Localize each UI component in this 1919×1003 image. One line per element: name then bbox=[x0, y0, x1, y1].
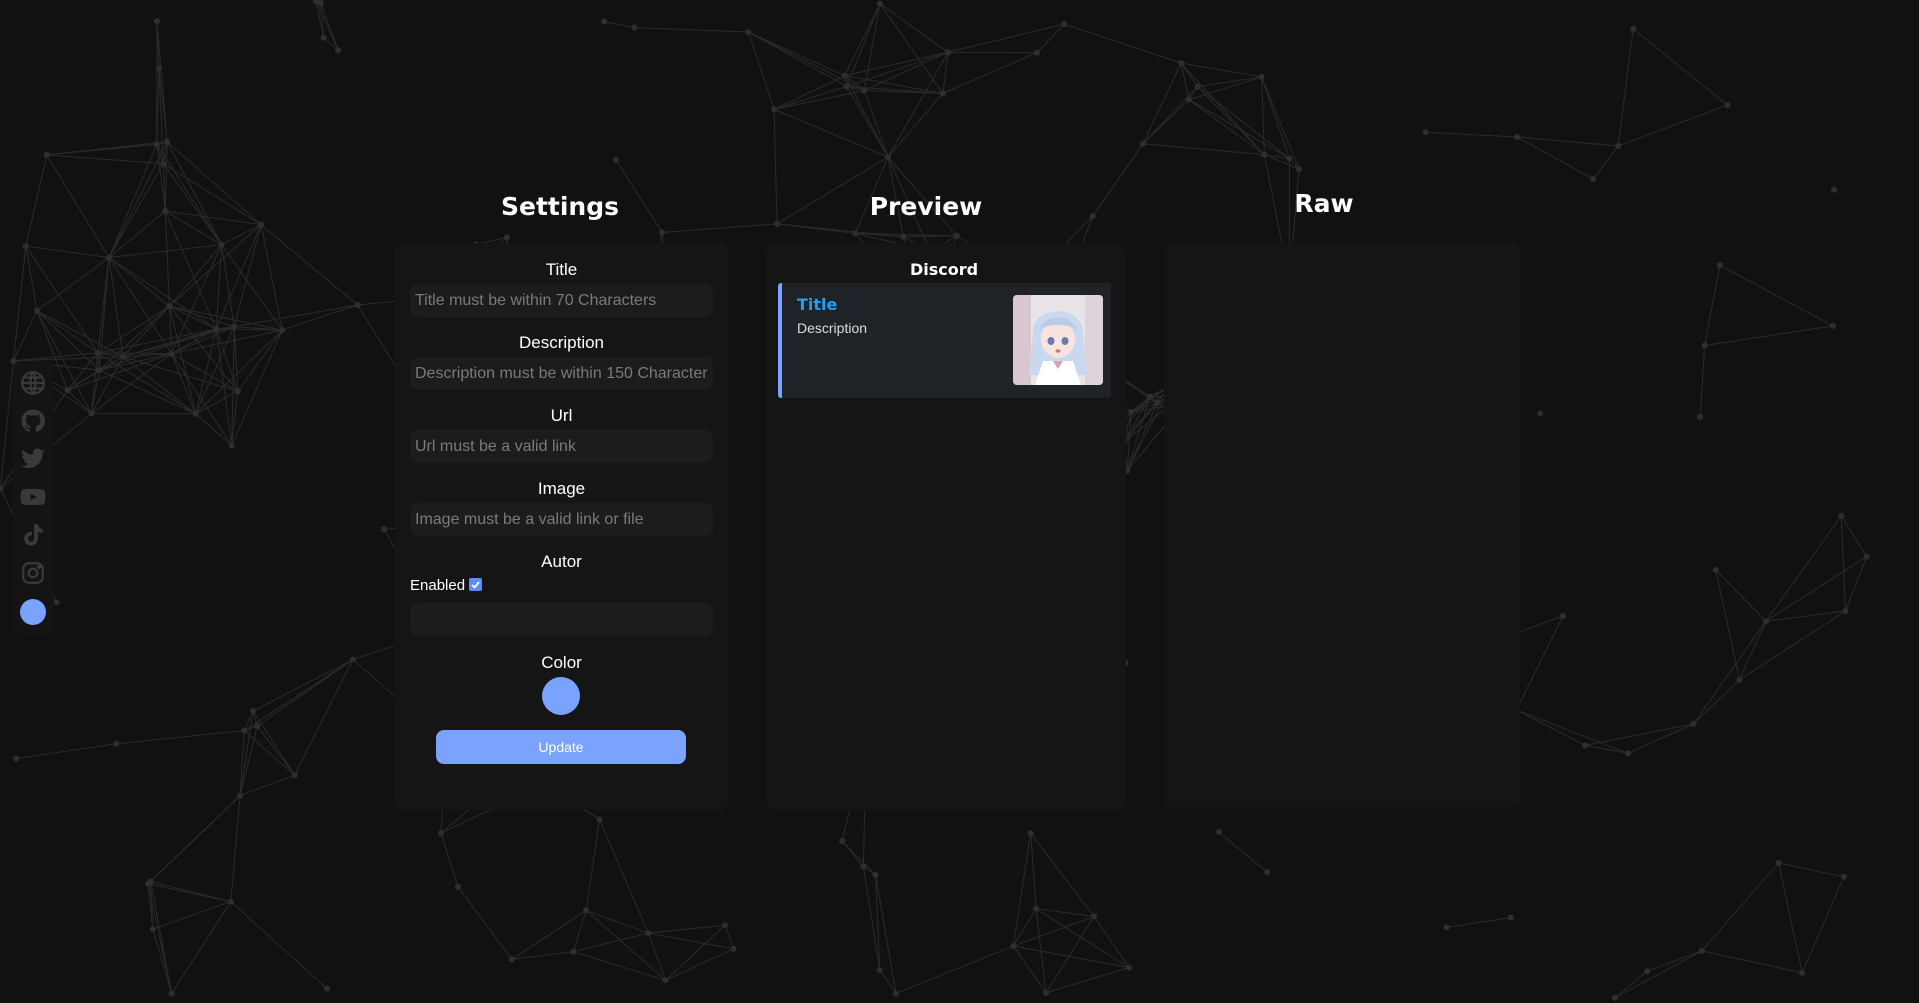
tiktok-icon[interactable] bbox=[19, 521, 47, 549]
enabled-label: Enabled bbox=[410, 577, 466, 594]
image-label: Image bbox=[537, 479, 586, 498]
description-label: Description bbox=[518, 333, 605, 352]
raw-output bbox=[1164, 243, 1520, 267]
image-input[interactable] bbox=[410, 503, 713, 536]
description-input[interactable] bbox=[410, 357, 713, 390]
youtube-icon[interactable] bbox=[19, 483, 47, 511]
github-icon[interactable] bbox=[19, 407, 47, 435]
update-button[interactable]: Update bbox=[436, 730, 686, 764]
url-input[interactable] bbox=[410, 430, 713, 463]
instagram-icon[interactable] bbox=[19, 559, 47, 587]
raw-heading: Raw bbox=[1294, 189, 1354, 218]
settings-form: Title Description Url Image Autor Color bbox=[395, 0, 728, 1003]
autor-label: Autor bbox=[541, 552, 582, 571]
url-label: Url bbox=[550, 406, 573, 425]
enabled-checkbox[interactable] bbox=[469, 578, 483, 591]
embed-title: Title bbox=[797, 295, 838, 314]
preview-heading: Preview bbox=[869, 192, 983, 221]
accent-color-dot[interactable] bbox=[20, 599, 46, 625]
autor-input[interactable] bbox=[410, 603, 713, 636]
platform-label: Discord bbox=[909, 260, 979, 279]
title-input[interactable] bbox=[410, 284, 713, 317]
title-label: Title bbox=[545, 260, 578, 279]
color-label: Color bbox=[541, 653, 582, 672]
globe-icon[interactable] bbox=[19, 369, 47, 397]
color-picker[interactable] bbox=[542, 677, 580, 715]
autor-enabled-row: Enabled bbox=[410, 577, 483, 594]
embed-thumbnail bbox=[1013, 295, 1103, 385]
twitter-icon[interactable] bbox=[19, 445, 47, 473]
raw-panel bbox=[1164, 243, 1520, 807]
social-sidebar bbox=[13, 361, 53, 635]
discord-embed: Title Description bbox=[778, 283, 1111, 398]
embed-description: Description bbox=[797, 320, 868, 336]
